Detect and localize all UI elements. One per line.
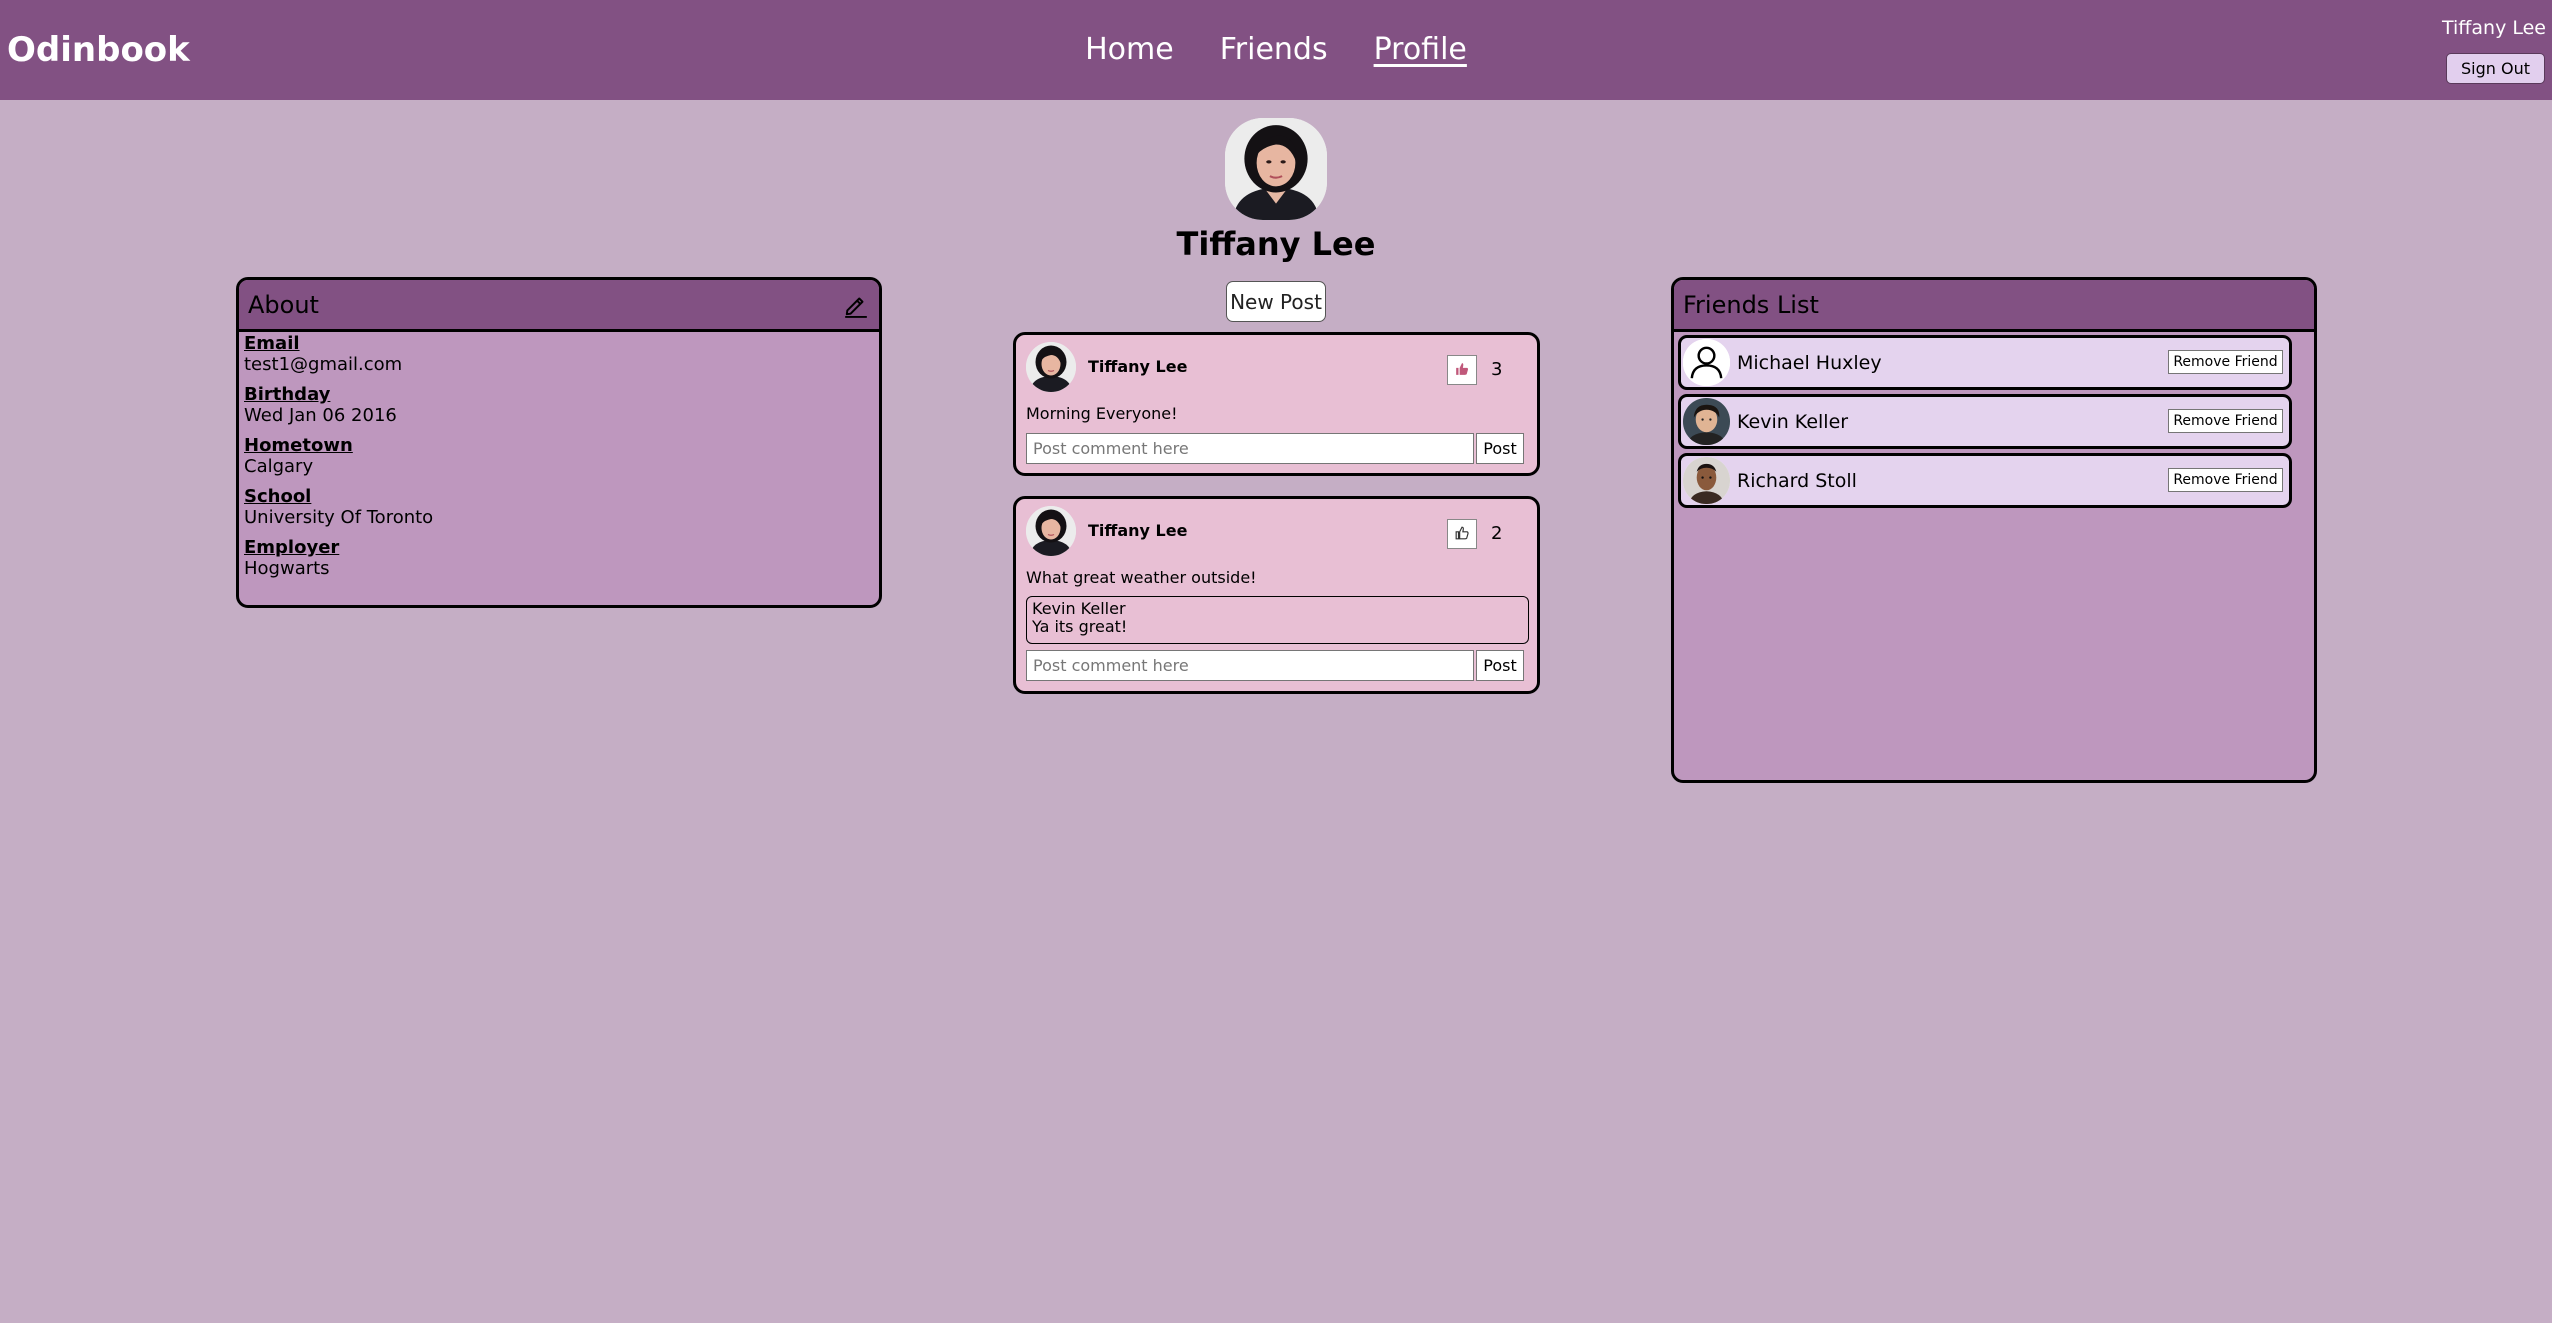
post-text: What great weather outside!	[1026, 568, 1257, 587]
like-button[interactable]	[1447, 519, 1477, 549]
about-fields: Email test1@gmail.com Birthday Wed Jan 0…	[239, 332, 879, 579]
comment-text: Ya its great!	[1032, 617, 1128, 636]
birthday-label: Birthday	[244, 384, 331, 405]
thumbs-up-icon	[1455, 362, 1469, 379]
sign-out-button[interactable]: Sign Out	[2446, 53, 2545, 84]
remove-friend-button[interactable]: Remove Friend	[2168, 468, 2283, 492]
school-label: School	[244, 486, 312, 507]
about-header: About	[239, 280, 879, 332]
hometown-label: Hometown	[244, 435, 353, 456]
email-label: Email	[244, 333, 300, 354]
comment-input[interactable]	[1026, 433, 1474, 464]
remove-friend-button[interactable]: Remove Friend	[2168, 409, 2283, 433]
like-count: 2	[1491, 523, 1503, 544]
main-nav: Home Friends Profile	[0, 28, 2552, 72]
profile-avatar	[1225, 118, 1327, 220]
post-comment-button[interactable]: Post	[1476, 650, 1524, 681]
about-panel: About Email test1@gmail.com Birthday Wed…	[236, 277, 882, 608]
school-value: University Of Toronto	[244, 507, 434, 528]
top-navbar: Odinbook Home Friends Profile Tiffany Le…	[0, 0, 2552, 100]
about-title: About	[248, 291, 319, 319]
friend-avatar	[1683, 457, 1730, 504]
post-card: Tiffany Lee 3 Morning Everyone! Post	[1013, 332, 1540, 476]
friends-list-header: Friends List	[1674, 280, 2314, 332]
post-author-avatar	[1026, 342, 1076, 392]
current-user-name: Tiffany Lee	[2442, 17, 2546, 39]
edit-pencil-icon[interactable]	[843, 292, 869, 318]
post-card: Tiffany Lee 2 What great weather outside…	[1013, 496, 1540, 694]
employer-value: Hogwarts	[244, 558, 330, 579]
post-comment-button[interactable]: Post	[1476, 433, 1524, 464]
like-button[interactable]	[1447, 355, 1477, 385]
friend-name[interactable]: Kevin Keller	[1737, 410, 1848, 434]
comment: Kevin Keller Ya its great!	[1026, 596, 1529, 644]
nav-profile-link[interactable]: Profile	[1374, 28, 1467, 72]
nav-friends-link[interactable]: Friends	[1220, 28, 1328, 72]
comment-input[interactable]	[1026, 650, 1474, 681]
thumbs-up-outline-icon	[1455, 526, 1469, 543]
birthday-value: Wed Jan 06 2016	[244, 405, 397, 426]
email-value: test1@gmail.com	[244, 354, 403, 375]
friends-list-title: Friends List	[1683, 291, 1819, 319]
friend-row: Richard Stoll Remove Friend	[1678, 453, 2292, 508]
new-post-button[interactable]: New Post	[1226, 281, 1326, 322]
friend-row: Michael Huxley Remove Friend	[1678, 335, 2292, 390]
post-author-name[interactable]: Tiffany Lee	[1088, 357, 1187, 376]
employer-label: Employer	[244, 537, 340, 558]
comment-author: Kevin Keller	[1032, 599, 1126, 618]
friend-name[interactable]: Michael Huxley	[1737, 351, 1882, 375]
hometown-value: Calgary	[244, 456, 314, 477]
post-text: Morning Everyone!	[1026, 404, 1178, 423]
post-author-name[interactable]: Tiffany Lee	[1088, 521, 1187, 540]
post-author-avatar	[1026, 506, 1076, 556]
like-count: 3	[1491, 359, 1503, 380]
friend-name[interactable]: Richard Stoll	[1737, 469, 1857, 493]
remove-friend-button[interactable]: Remove Friend	[2168, 350, 2283, 374]
friend-avatar	[1683, 398, 1730, 445]
friend-row: Kevin Keller Remove Friend	[1678, 394, 2292, 449]
default-user-icon	[1683, 339, 1730, 386]
profile-name: Tiffany Lee	[1176, 225, 1376, 263]
friends-list-panel: Friends List Michael Huxley Remove Frien…	[1671, 277, 2317, 783]
nav-home-link[interactable]: Home	[1085, 28, 1174, 72]
